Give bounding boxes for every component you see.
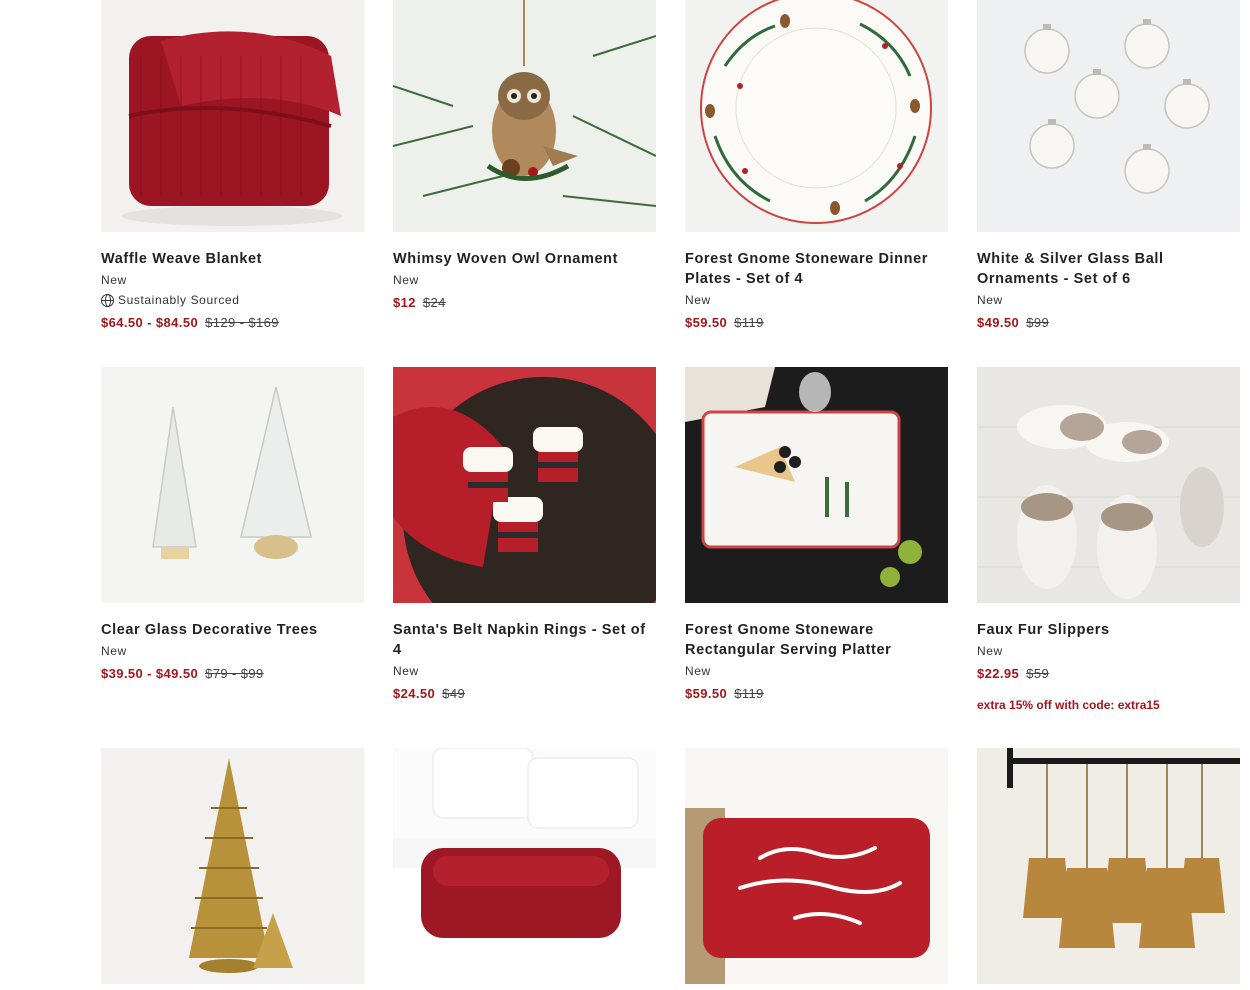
new-badge: New xyxy=(393,664,419,678)
sale-price: $24.50 xyxy=(393,686,436,701)
product-card[interactable]: Clear Glass Decorative Trees New $39.50 … xyxy=(101,367,364,684)
regular-price: $129 - $169 xyxy=(205,315,279,330)
promo-text: extra 15% off with code: extra15 xyxy=(977,698,1160,712)
product-image[interactable] xyxy=(977,748,1240,984)
new-badge: New xyxy=(393,273,419,287)
price: $59.50 $119 xyxy=(685,313,948,333)
product-image[interactable] xyxy=(393,0,656,232)
product-card[interactable]: White & Silver Glass Ball Ornaments - Se… xyxy=(977,0,1240,333)
sale-price: $39.50 - $49.50 xyxy=(101,666,199,681)
product-image[interactable] xyxy=(101,367,364,603)
price: $59.50 $119 xyxy=(685,684,948,704)
new-badge: New xyxy=(101,644,127,658)
product-image[interactable] xyxy=(685,748,948,984)
price: $24.50 $49 xyxy=(393,684,656,704)
price: $39.50 - $49.50 $79 - $99 xyxy=(101,664,364,684)
product-image[interactable] xyxy=(101,0,364,232)
globe-icon xyxy=(101,293,114,307)
price: $64.50 - $84.50 $129 - $169 xyxy=(101,313,364,333)
new-badge: New xyxy=(977,644,1003,658)
product-image[interactable] xyxy=(393,748,656,984)
sale-price: $12 xyxy=(393,295,416,310)
product-image[interactable] xyxy=(685,0,948,232)
sale-price: $22.95 xyxy=(977,666,1020,681)
sale-price: $64.50 - $84.50 xyxy=(101,315,199,330)
price: $12 $24 xyxy=(393,293,656,313)
regular-price: $119 xyxy=(734,315,764,330)
regular-price: $119 xyxy=(734,686,764,701)
price: $22.95 $59 xyxy=(977,664,1240,684)
product-image[interactable] xyxy=(101,748,364,984)
product-title[interactable]: Clear Glass Decorative Trees xyxy=(101,620,364,640)
product-image[interactable] xyxy=(977,367,1240,603)
product-title[interactable]: Faux Fur Slippers xyxy=(977,620,1240,640)
new-badge: New xyxy=(977,293,1003,307)
new-badge: New xyxy=(685,664,711,678)
regular-price: $24 xyxy=(422,295,446,310)
product-image[interactable] xyxy=(393,367,656,603)
product-card[interactable]: Whimsy Woven Owl Ornament New $12 $24 xyxy=(393,0,656,313)
product-title[interactable]: Whimsy Woven Owl Ornament xyxy=(393,249,656,269)
product-card[interactable] xyxy=(101,748,364,984)
regular-price: $99 xyxy=(1026,315,1050,330)
regular-price: $79 - $99 xyxy=(205,666,264,681)
product-card[interactable]: Santa's Belt Napkin Rings - Set of 4 New… xyxy=(393,367,656,704)
sustainability-label: Sustainably Sourced xyxy=(118,293,240,307)
product-card[interactable]: Faux Fur Slippers New $22.95 $59 extra 1… xyxy=(977,367,1240,712)
product-card[interactable]: Forest Gnome Stoneware Rectangular Servi… xyxy=(685,367,948,704)
regular-price: $59 xyxy=(1026,666,1050,681)
product-card[interactable]: Waffle Weave Blanket New Sustainably Sou… xyxy=(101,0,364,333)
product-image[interactable] xyxy=(685,367,948,603)
product-title[interactable]: Forest Gnome Stoneware Rectangular Servi… xyxy=(685,620,948,660)
product-card[interactable] xyxy=(977,748,1240,984)
product-title[interactable]: Waffle Weave Blanket xyxy=(101,249,364,269)
sustainability-tag: Sustainably Sourced xyxy=(101,291,364,309)
product-title[interactable]: White & Silver Glass Ball Ornaments - Se… xyxy=(977,249,1240,289)
product-title[interactable]: Forest Gnome Stoneware Dinner Plates - S… xyxy=(685,249,948,289)
product-image[interactable] xyxy=(977,0,1240,232)
regular-price: $49 xyxy=(442,686,466,701)
new-badge: New xyxy=(101,273,127,287)
product-title[interactable]: Santa's Belt Napkin Rings - Set of 4 xyxy=(393,620,656,660)
product-card[interactable] xyxy=(685,748,948,984)
sale-price: $59.50 xyxy=(685,315,728,330)
product-card[interactable] xyxy=(393,748,656,984)
sale-price: $49.50 xyxy=(977,315,1020,330)
sale-price: $59.50 xyxy=(685,686,728,701)
price: $49.50 $99 xyxy=(977,313,1240,333)
new-badge: New xyxy=(685,293,711,307)
product-card[interactable]: Forest Gnome Stoneware Dinner Plates - S… xyxy=(685,0,948,333)
